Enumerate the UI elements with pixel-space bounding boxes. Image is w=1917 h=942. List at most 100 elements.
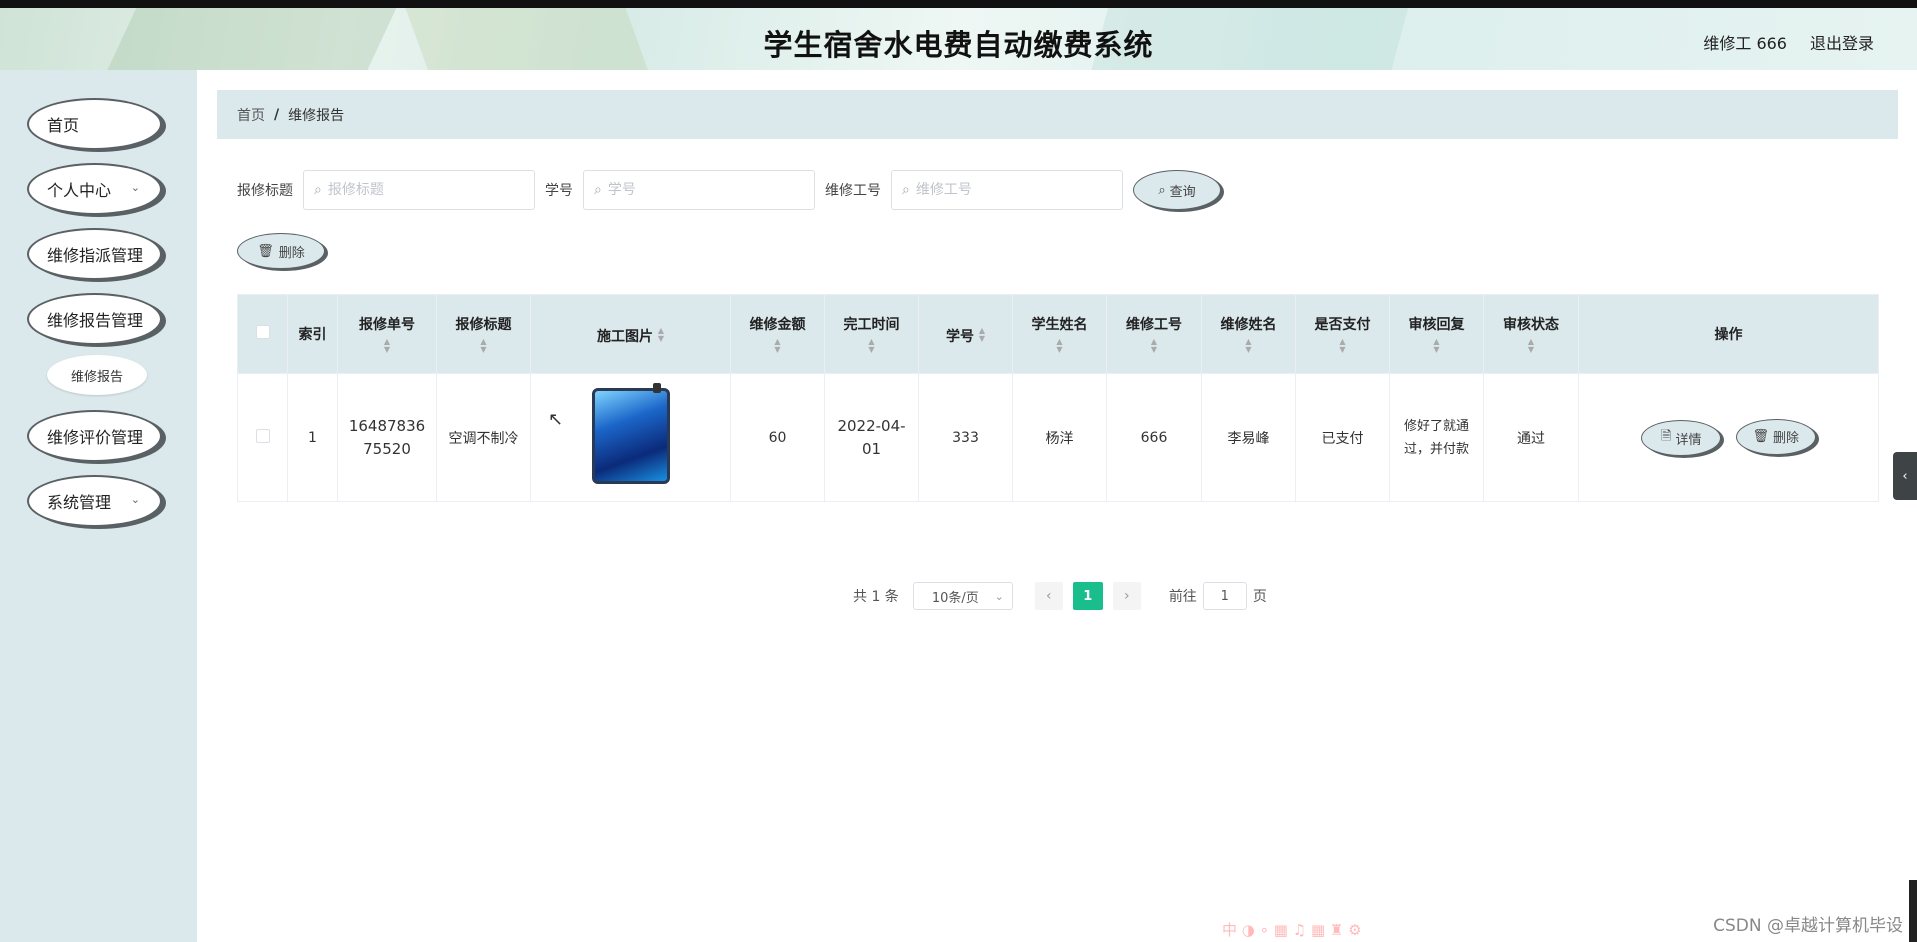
title-search-input[interactable] xyxy=(327,182,508,198)
cell-paid: 已支付 xyxy=(1295,373,1390,502)
column-header-sortable[interactable]: 报修标题 ▲ ▼ xyxy=(436,294,531,374)
chevron-down-icon: ⌄ xyxy=(130,493,140,506)
scrollbar-edge[interactable] xyxy=(1909,880,1917,942)
column-header-sortable[interactable]: 施工图片 ▲ ▼ xyxy=(530,294,731,374)
current-user: 维修工 666 xyxy=(1703,34,1787,53)
next-page-button[interactable]: › xyxy=(1112,582,1141,610)
pagination: 共 1 条 10条/页 ⌄ ‹ 1 › 前往 页 xyxy=(853,582,1267,610)
phone-camera-shape xyxy=(652,382,661,393)
column-header: 操作 xyxy=(1578,294,1879,374)
sort-icon[interactable]: ▲ ▼ xyxy=(1107,338,1201,354)
title-search-label: 报修标题 xyxy=(237,183,293,199)
breadcrumb-home[interactable]: 首页 xyxy=(237,105,265,125)
trash-icon: 🗑 xyxy=(257,243,274,259)
cell-order-no: 1648783675520 xyxy=(337,373,437,502)
sort-icon[interactable]: ▲ ▼ xyxy=(338,338,436,354)
goto-page-input[interactable] xyxy=(1202,582,1247,610)
column-header-sortable[interactable]: 审核回复 ▲ ▼ xyxy=(1389,294,1484,374)
breadcrumb: 首页 / 维修报告 xyxy=(217,90,1898,139)
ime-toolbar: 中 ◑ ∘ ▦ ♫ ▦ ♜ ⚙ xyxy=(1222,921,1362,939)
title-search-field[interactable]: ⌕ xyxy=(303,170,535,210)
select-all-header[interactable] xyxy=(237,294,288,374)
column-header-label: 学号 xyxy=(945,328,974,345)
column-header-sortable[interactable]: 审核状态 ▲ ▼ xyxy=(1483,294,1579,374)
sort-icon[interactable]: ▲ ▼ xyxy=(1390,338,1483,354)
app-header: 学生宿舍水电费自动缴费系统 维修工 666 退出登录 xyxy=(0,8,1917,70)
sidebar: 首页 个人中心 ⌄ 维修指派管理 维修报告管理 维修报告 维修评价管理 系统管理… xyxy=(0,70,197,942)
query-button[interactable]: ⌕ 查询 xyxy=(1133,170,1221,210)
trash-icon: 🗑 xyxy=(1752,429,1769,445)
page-number-current[interactable]: 1 xyxy=(1072,582,1103,610)
detail-button[interactable]: 🗎 详情 xyxy=(1641,420,1722,457)
column-header-sortable[interactable]: 学生姓名 ▲ ▼ xyxy=(1012,294,1107,374)
delete-button-label: 删除 xyxy=(278,245,305,261)
search-bar: 报修标题 ⌕ 学号 ⌕ 维修工号 ⌕ ⌕ 查询 xyxy=(237,170,1221,210)
main-content: 首页 / 维修报告 报修标题 ⌕ 学号 ⌕ 维修工号 ⌕ ⌕ 查询 🗑 删除 xyxy=(197,70,1917,942)
search-icon: ⌕ xyxy=(314,182,322,198)
sidebar-item-system[interactable]: 系统管理 ⌄ xyxy=(27,475,162,527)
sort-icon[interactable]: ▲ ▼ xyxy=(731,338,824,354)
sort-icon[interactable]: ▲ ▼ xyxy=(979,326,985,343)
column-header-sortable[interactable]: 学号 ▲ ▼ xyxy=(918,294,1013,374)
sidebar-item-label: 维修评价管理 xyxy=(47,428,144,447)
column-header-label: 维修工号 xyxy=(1126,317,1182,333)
sidebar-item-home[interactable]: 首页 xyxy=(27,98,162,150)
breadcrumb-current: 维修报告 xyxy=(288,107,345,124)
sidebar-item-label: 首页 xyxy=(47,116,80,135)
prev-page-button[interactable]: ‹ xyxy=(1034,582,1063,610)
chevron-left-icon: ‹ xyxy=(1902,468,1908,484)
sort-icon[interactable]: ▲ ▼ xyxy=(1484,338,1578,354)
cell-worker-no: 666 xyxy=(1106,373,1202,502)
row-select-cell[interactable] xyxy=(237,373,288,502)
breadcrumb-separator: / xyxy=(274,106,280,123)
column-header-label: 学生姓名 xyxy=(1031,317,1088,333)
delete-button-label: 删除 xyxy=(1772,431,1799,447)
sidebar-item-dispatch[interactable]: 维修指派管理 xyxy=(27,228,162,280)
query-button-label: 查询 xyxy=(1169,184,1196,200)
sidebar-item-profile[interactable]: 个人中心 ⌄ xyxy=(27,163,162,215)
column-header-sortable[interactable]: 维修工号 ▲ ▼ xyxy=(1106,294,1202,374)
cell-status: 通过 xyxy=(1483,373,1579,502)
sort-icon[interactable]: ▲ ▼ xyxy=(437,338,530,354)
window-top-strip xyxy=(0,0,1917,8)
batch-delete-button[interactable]: 🗑 删除 xyxy=(237,233,325,269)
cell-worker-name: 李易峰 xyxy=(1201,373,1296,502)
cell-index: 1 xyxy=(287,373,338,502)
sidebar-item-label: 系统管理 xyxy=(47,493,112,512)
row-checkbox[interactable] xyxy=(255,428,270,443)
sort-icon[interactable]: ▲ ▼ xyxy=(1202,338,1295,354)
collapse-panel-button[interactable]: ‹ xyxy=(1893,452,1917,500)
cell-finish-time: 2022-04-01 xyxy=(824,373,919,502)
sidebar-item-evaluation[interactable]: 维修评价管理 xyxy=(27,410,162,462)
column-header-sortable[interactable]: 完工时间 ▲ ▼ xyxy=(824,294,919,374)
sidebar-subitem-report[interactable]: 维修报告 xyxy=(47,355,147,395)
student-search-field[interactable]: ⌕ xyxy=(583,170,815,210)
column-header-sortable[interactable]: 维修姓名 ▲ ▼ xyxy=(1201,294,1296,374)
finish-time-text: 2022-04-01 xyxy=(837,416,906,458)
column-header-sortable[interactable]: 报修单号 ▲ ▼ xyxy=(337,294,437,374)
select-all-checkbox[interactable] xyxy=(255,325,270,339)
worker-search-input[interactable] xyxy=(915,182,1096,198)
student-search-input[interactable] xyxy=(607,182,788,198)
column-header-sortable[interactable]: 维修金额 ▲ ▼ xyxy=(730,294,825,374)
pagination-total: 共 1 条 xyxy=(853,589,899,605)
sort-icon[interactable]: ▲ ▼ xyxy=(1296,338,1389,354)
goto-label: 前往 xyxy=(1168,589,1197,605)
column-header-label: 维修姓名 xyxy=(1220,317,1277,333)
watermark: CSDN @卓越计算机毕设 xyxy=(1713,916,1903,936)
column-header-label: 报修标题 xyxy=(455,317,512,333)
sidebar-item-report-mgmt[interactable]: 维修报告管理 xyxy=(27,293,162,345)
page-size-value: 10条/页 xyxy=(931,590,979,606)
sort-icon[interactable]: ▲ ▼ xyxy=(825,338,918,354)
column-header-sortable[interactable]: 是否支付 ▲ ▼ xyxy=(1295,294,1390,374)
row-delete-button[interactable]: 🗑 删除 xyxy=(1735,418,1816,455)
sidebar-item-label: 维修指派管理 xyxy=(47,246,144,265)
search-icon: ⌕ xyxy=(1158,182,1166,198)
column-header-label: 审核状态 xyxy=(1503,317,1559,333)
page-size-select[interactable]: 10条/页 ⌄ xyxy=(912,582,1013,610)
sort-icon[interactable]: ▲ ▼ xyxy=(1013,338,1106,354)
sort-icon[interactable]: ▲ ▼ xyxy=(658,326,664,343)
construction-photo[interactable] xyxy=(591,382,670,484)
worker-search-field[interactable]: ⌕ xyxy=(891,170,1123,210)
logout-link[interactable]: 退出登录 xyxy=(1810,30,1874,54)
